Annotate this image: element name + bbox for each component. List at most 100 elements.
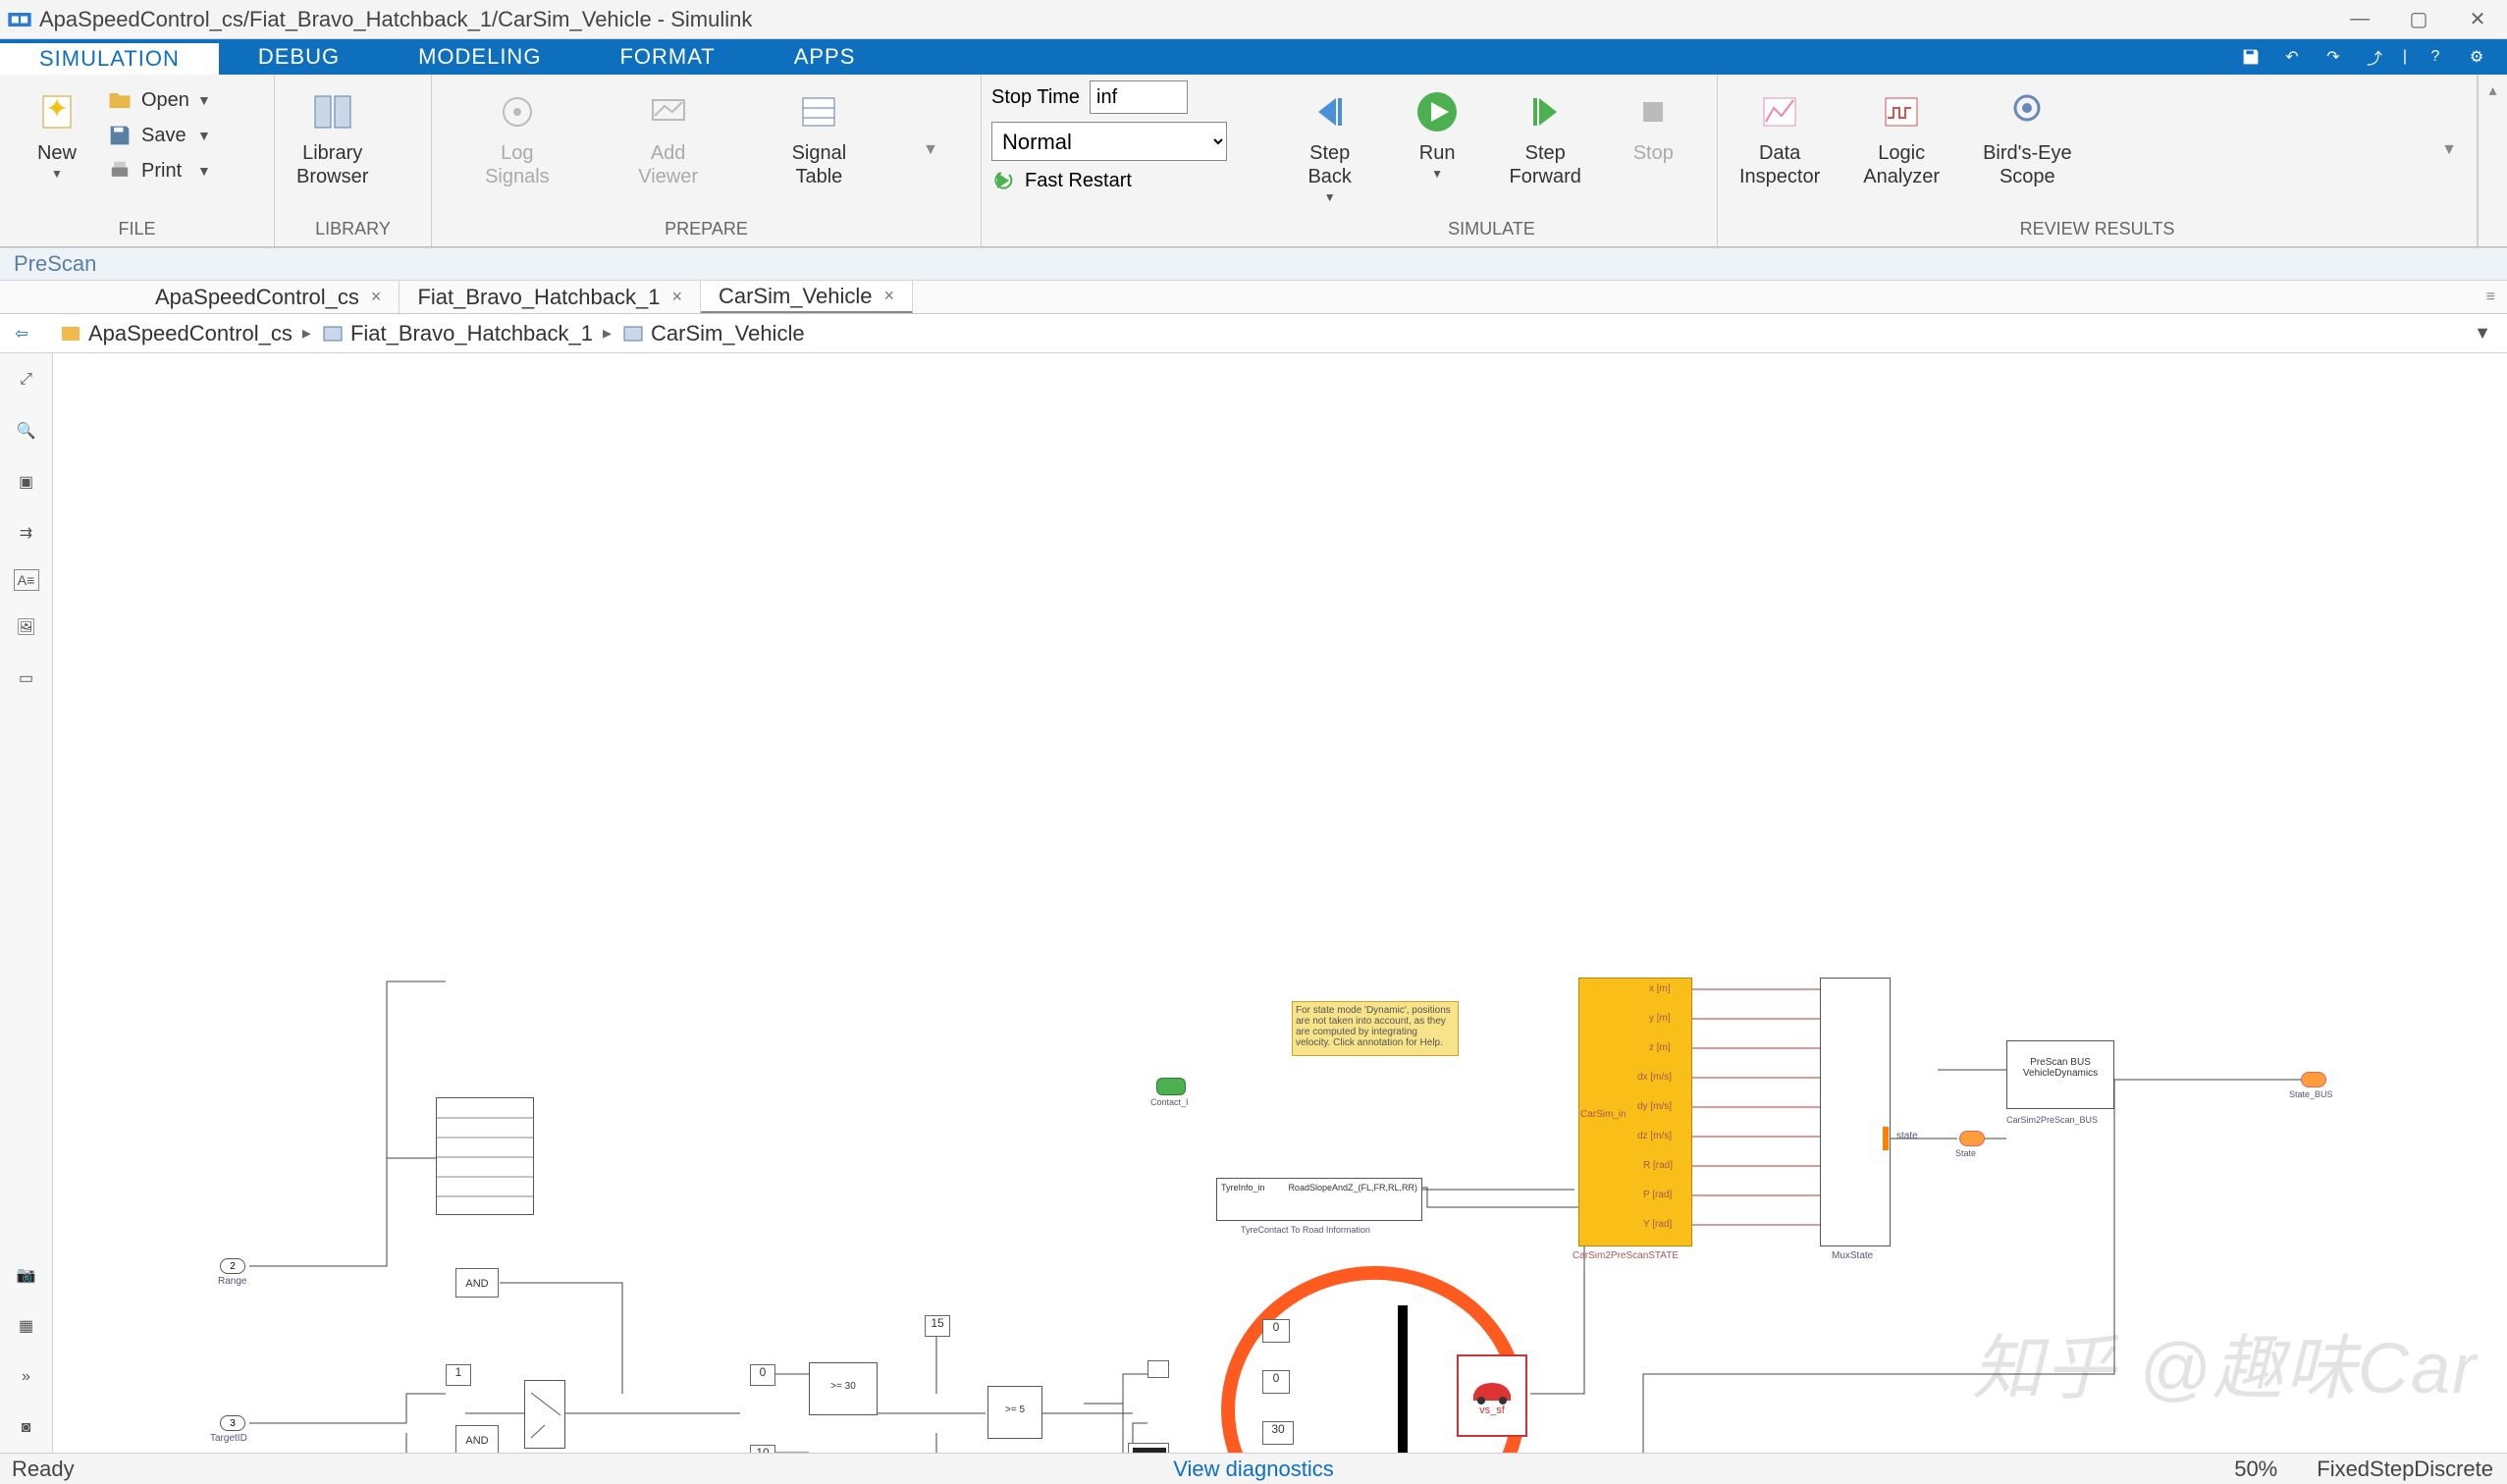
breadcrumb-item[interactable]: CarSim_Vehicle: [613, 321, 813, 346]
switch-block[interactable]: [524, 1380, 565, 1449]
constant-block[interactable]: 30: [1262, 1421, 1294, 1445]
tyre-block[interactable]: TyreInfo_in RoadSlopeAndZ_(FL,FR,RL,RR): [1216, 1178, 1422, 1221]
tab-debug[interactable]: DEBUG: [219, 39, 379, 75]
tab-format[interactable]: FORMAT: [580, 39, 754, 75]
group-simulate: Step Back▼ Run▼ Step Forward Stop SIMULA…: [1266, 75, 1718, 246]
zoom-fit-icon[interactable]: ⤢: [12, 365, 41, 395]
inport-range[interactable]: 2: [220, 1258, 245, 1274]
terminator-block[interactable]: [1147, 1360, 1169, 1378]
area-icon[interactable]: ▭: [12, 663, 41, 693]
compare-block[interactable]: >= 5: [987, 1386, 1042, 1439]
save-quick-icon[interactable]: [2230, 39, 2271, 75]
stop-time-label: Stop Time: [991, 86, 1080, 109]
logic-and-block[interactable]: AND: [455, 1425, 499, 1453]
library-browser-button[interactable]: Library Browser: [285, 80, 380, 192]
ribbon-tabstrip: SIMULATION DEBUG MODELING FORMAT APPS ↶ …: [0, 39, 2507, 75]
tab-modeling[interactable]: MODELING: [379, 39, 580, 75]
inport-target[interactable]: 3: [220, 1415, 245, 1431]
canvas-toolbar: ⤢ 🔍 ▣ ⇉ A≡ 🖼 ▭ 📷 ▦ » ◙: [0, 353, 53, 1453]
redo-icon[interactable]: ↷: [2313, 39, 2354, 75]
ribbon: ✦ New ▼ Open▼ Save▼ Print▼ FILE: [0, 75, 2507, 247]
view-diagnostics-link[interactable]: View diagnostics: [1173, 1457, 1333, 1482]
outport-state[interactable]: [1959, 1131, 1985, 1146]
breadcrumb-item[interactable]: ApaSpeedControl_cs: [51, 321, 300, 346]
constant-block[interactable]: 1: [446, 1364, 471, 1386]
solver-label[interactable]: FixedStepDiscrete: [2317, 1457, 2507, 1482]
open-button[interactable]: Open▼: [106, 86, 211, 114]
constant-block[interactable]: 15: [925, 1315, 950, 1337]
stop-button[interactable]: Stop: [1606, 80, 1700, 169]
step-forward-button[interactable]: Step Forward: [1498, 80, 1593, 192]
save-button[interactable]: Save▼: [106, 122, 211, 149]
breadcrumb-item[interactable]: Fiat_Bravo_Hatchback_1: [313, 321, 601, 346]
editor-tabs-menu-icon[interactable]: ≡: [2475, 281, 2507, 313]
sub-bar: PreScan: [0, 247, 2507, 281]
signal-table-button[interactable]: Signal Table: [772, 80, 866, 192]
add-viewer-button[interactable]: Add Viewer: [621, 80, 716, 192]
constant-block[interactable]: 10: [750, 1445, 775, 1453]
goto-icon[interactable]: ⤴: [2354, 39, 2395, 75]
editor-tab[interactable]: CarSim_Vehicle×: [701, 281, 913, 313]
title-bar: ApaSpeedControl_cs/Fiat_Bravo_Hatchback_…: [0, 0, 2507, 39]
log-signals-button[interactable]: Log Signals: [470, 80, 564, 192]
display-block[interactable]: [436, 1097, 534, 1215]
expand-icon[interactable]: »: [12, 1362, 41, 1392]
constant-block[interactable]: 0: [1262, 1370, 1290, 1394]
breadcrumb: ⇦ ApaSpeedControl_cs ▸ Fiat_Bravo_Hatchb…: [0, 314, 2507, 353]
compare-block[interactable]: >= 30: [809, 1362, 878, 1415]
record-icon[interactable]: ◙: [12, 1413, 41, 1443]
close-icon[interactable]: ×: [671, 287, 682, 307]
bus-vehicledyn-block[interactable]: PreScan BUS VehicleDynamics: [2006, 1040, 2114, 1109]
ribbon-collapse-icon[interactable]: ▴: [2478, 75, 2507, 246]
run-button[interactable]: Run▼: [1390, 80, 1484, 185]
annotation-icon[interactable]: A≡: [14, 569, 39, 591]
sim-mode-select[interactable]: Normal: [991, 122, 1227, 161]
group-prepare: Log Signals Add Viewer Signal Table ▼ PR…: [432, 75, 982, 246]
group-file: ✦ New ▼ Open▼ Save▼ Print▼ FILE: [0, 75, 275, 246]
window-title: ApaSpeedControl_cs/Fiat_Bravo_Hatchback_…: [39, 7, 2330, 32]
new-button[interactable]: ✦ New ▼: [10, 80, 104, 185]
outport-state-bus[interactable]: [2301, 1072, 2326, 1087]
mux-state-block[interactable]: [1820, 978, 1891, 1246]
editor-tab[interactable]: Fiat_Bravo_Hatchback_1×: [400, 281, 701, 313]
fit-view-icon[interactable]: ▣: [12, 467, 41, 497]
editor-tabs: ApaSpeedControl_cs× Fiat_Bravo_Hatchback…: [0, 281, 2507, 314]
zoom-in-icon[interactable]: 🔍: [12, 416, 41, 446]
constant-block[interactable]: 0: [1262, 1319, 1290, 1343]
group-sim-settings: Stop Time Normal Fast Restart: [982, 75, 1266, 246]
birds-eye-scope-button[interactable]: Bird's-Eye Scope: [1971, 80, 2084, 192]
tab-simulation[interactable]: SIMULATION: [0, 39, 219, 75]
mux-block[interactable]: [1398, 1305, 1408, 1453]
tab-apps[interactable]: APPS: [755, 39, 895, 75]
logic-and-block[interactable]: AND: [455, 1268, 499, 1298]
stop-time-input[interactable]: [1090, 80, 1188, 114]
auto-arrange-icon[interactable]: ⇉: [12, 518, 41, 548]
minimize-button[interactable]: —: [2330, 0, 2389, 39]
image-icon[interactable]: 🖼: [12, 612, 41, 642]
fast-restart-button[interactable]: Fast Restart: [991, 169, 1132, 192]
group-review: Data Inspector Logic Analyzer Bird's-Eye…: [1718, 75, 2478, 246]
close-icon[interactable]: ×: [371, 287, 382, 307]
zoom-level[interactable]: 50%: [2234, 1457, 2317, 1482]
data-inspector-button[interactable]: Data Inspector: [1728, 80, 1832, 192]
nav-back-icon[interactable]: ⇦: [8, 320, 35, 347]
editor-tab[interactable]: ApaSpeedControl_cs×: [137, 281, 400, 313]
breadcrumb-menu-icon[interactable]: ▼: [2474, 323, 2499, 344]
undo-icon[interactable]: ↶: [2271, 39, 2313, 75]
carsim-sfunction-block[interactable]: vs_sf: [1457, 1354, 1527, 1437]
diagram-canvas[interactable]: 2 Range 3 TargetID AND AND 1 0 100 15 0 …: [53, 353, 2507, 1453]
close-button[interactable]: ✕: [2448, 0, 2507, 39]
screenshot-icon[interactable]: 📷: [12, 1260, 41, 1290]
help-icon[interactable]: ?: [2415, 39, 2456, 75]
step-back-button[interactable]: Step Back▼: [1283, 80, 1377, 208]
print-button[interactable]: Print▼: [106, 157, 211, 185]
logic-analyzer-button[interactable]: Logic Analyzer: [1851, 80, 1951, 192]
gear-icon[interactable]: ⚙: [2456, 39, 2497, 75]
annotation-note[interactable]: For state mode 'Dynamic', positions are …: [1292, 1001, 1459, 1056]
model-browser-icon[interactable]: ▦: [12, 1311, 41, 1341]
constant-block[interactable]: 0: [750, 1364, 775, 1386]
scope-block[interactable]: [1128, 1443, 1169, 1453]
maximize-button[interactable]: ▢: [2389, 0, 2448, 39]
green-port[interactable]: [1156, 1078, 1186, 1095]
close-icon[interactable]: ×: [884, 286, 895, 306]
